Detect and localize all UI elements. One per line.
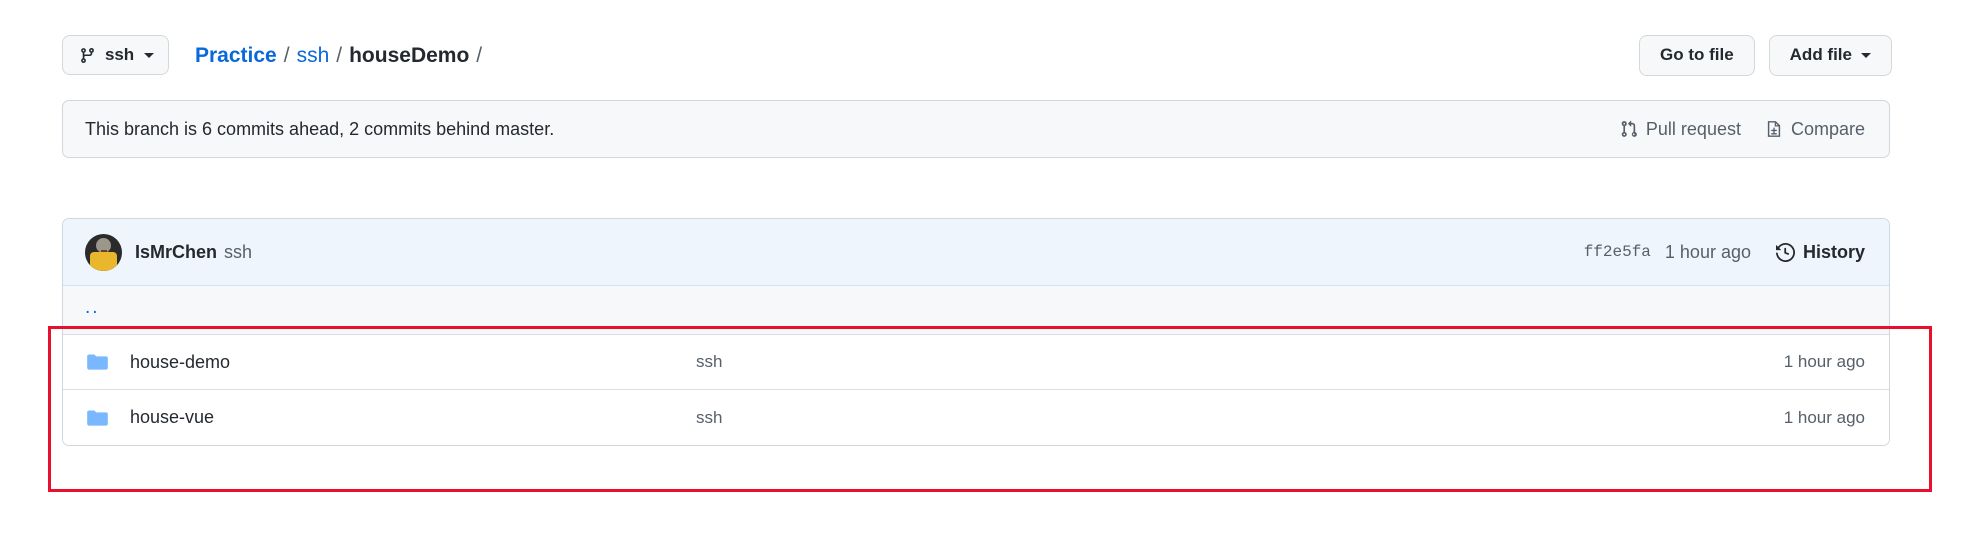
clock-history-icon xyxy=(1775,242,1795,262)
breadcrumb-path-link-ssh[interactable]: ssh xyxy=(297,45,330,66)
parent-directory-link[interactable]: .. xyxy=(85,298,100,323)
file-name-link[interactable]: house-demo xyxy=(130,352,696,373)
file-commit-message[interactable]: ssh xyxy=(696,352,1784,372)
branch-notice-actions: Pull request Compare xyxy=(1620,119,1865,140)
file-timestamp: 1 hour ago xyxy=(1783,352,1865,371)
go-to-file-button[interactable]: Go to file xyxy=(1638,34,1755,76)
breadcrumb-separator: / xyxy=(336,43,343,67)
folder-icon xyxy=(85,407,111,429)
latest-commit-left: IsMrChen ssh xyxy=(85,233,252,271)
history-button[interactable]: History xyxy=(1775,241,1865,263)
branch-status-text: This branch is 6 commits ahead, 2 commit… xyxy=(85,118,555,139)
repo-toolbar: ssh Practice / ssh / houseDemo / Go to f… xyxy=(62,34,1892,76)
latest-commit-right: ff2e5fa 1 hour ago History xyxy=(1584,242,1865,263)
branch-selector-button[interactable]: ssh xyxy=(62,35,169,75)
file-browser-panel: IsMrChen ssh ff2e5fa 1 hour ago History … xyxy=(62,218,1890,446)
table-row[interactable]: house-vue ssh 1 hour ago xyxy=(63,390,1889,445)
chevron-down-icon xyxy=(144,52,154,58)
breadcrumb-repo-link[interactable]: Practice xyxy=(195,45,277,66)
folder-icon xyxy=(85,351,111,373)
add-file-button[interactable]: Add file xyxy=(1768,34,1892,76)
commit-sha-link[interactable]: ff2e5fa xyxy=(1584,243,1651,261)
compare-label: Compare xyxy=(1790,118,1865,139)
breadcrumb: Practice / ssh / houseDemo / xyxy=(195,45,482,66)
github-repo-file-browser: ssh Practice / ssh / houseDemo / Go to f… xyxy=(0,0,1962,551)
go-to-file-label: Go to file xyxy=(1659,45,1734,64)
git-branch-icon xyxy=(79,47,96,64)
avatar-body-shape xyxy=(90,251,117,271)
parent-directory-row[interactable]: .. xyxy=(63,286,1889,335)
avatar[interactable] xyxy=(85,233,122,271)
commit-timestamp: 1 hour ago xyxy=(1664,241,1751,262)
latest-commit-row: IsMrChen ssh ff2e5fa 1 hour ago History xyxy=(63,219,1889,286)
toolbar-left-group: ssh Practice / ssh / houseDemo / xyxy=(62,35,482,75)
file-commit-message[interactable]: ssh xyxy=(696,408,1784,428)
git-pull-request-icon xyxy=(1620,120,1638,138)
history-label: History xyxy=(1802,241,1865,262)
toolbar-right-group: Go to file Add file xyxy=(1638,34,1892,76)
pull-request-button[interactable]: Pull request xyxy=(1620,119,1741,140)
breadcrumb-separator: / xyxy=(283,43,290,67)
add-file-label: Add file xyxy=(1789,45,1852,64)
branch-name-label: ssh xyxy=(105,45,134,64)
table-row[interactable]: house-demo ssh 1 hour ago xyxy=(63,335,1889,390)
diff-file-icon xyxy=(1765,120,1783,138)
breadcrumb-separator: / xyxy=(476,43,483,67)
commit-message-link[interactable]: ssh xyxy=(224,242,252,263)
branch-status-notice: This branch is 6 commits ahead, 2 commit… xyxy=(62,100,1890,158)
breadcrumb-current-folder: houseDemo xyxy=(349,43,470,67)
file-timestamp: 1 hour ago xyxy=(1783,407,1865,427)
pull-request-label: Pull request xyxy=(1645,118,1741,139)
commit-author-link[interactable]: IsMrChen xyxy=(135,242,217,263)
compare-button[interactable]: Compare xyxy=(1765,119,1865,140)
file-name-link[interactable]: house-vue xyxy=(130,407,696,428)
chevron-down-icon xyxy=(1861,52,1871,58)
